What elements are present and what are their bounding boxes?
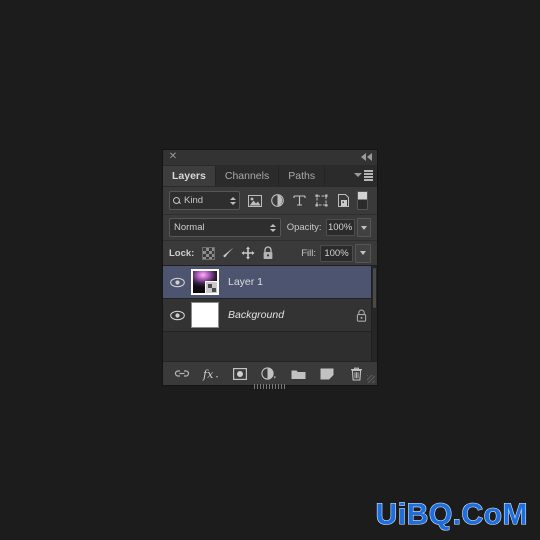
tab-layers[interactable]: Layers bbox=[163, 166, 216, 186]
layer-thumbnail[interactable] bbox=[191, 269, 219, 295]
opacity-label: Opacity: bbox=[286, 222, 322, 233]
filter-smart-object-layers-icon[interactable] bbox=[332, 191, 354, 211]
blend-mode-value: Normal bbox=[174, 222, 205, 233]
layer-list-scrollbar[interactable] bbox=[371, 266, 377, 361]
close-icon[interactable]: ✕ bbox=[168, 151, 178, 163]
layer-row-layer-1[interactable]: Layer 1 bbox=[163, 266, 377, 299]
panel-titlebar: ✕ bbox=[163, 150, 377, 166]
new-adjustment-layer-icon[interactable] bbox=[258, 363, 279, 384]
collapse-double-chevron-icon[interactable] bbox=[359, 152, 373, 162]
filter-enable-toggle-icon[interactable] bbox=[357, 191, 368, 210]
panel-menu-icon[interactable] bbox=[354, 170, 373, 181]
lock-image-pixels-icon[interactable] bbox=[218, 244, 238, 262]
smart-object-badge-icon bbox=[205, 281, 218, 294]
layer-name[interactable]: Background bbox=[228, 309, 353, 321]
layer-filter-row: Kind bbox=[163, 187, 377, 215]
delete-layer-icon[interactable] bbox=[346, 363, 367, 384]
filter-icon-group bbox=[244, 191, 368, 211]
layers-panel: ✕ Layers Channels Paths Kind Normal Opac… bbox=[163, 150, 377, 389]
layer-style-fx-icon[interactable]: fx bbox=[200, 363, 221, 384]
layer-thumbnail[interactable] bbox=[191, 302, 219, 328]
fill-dropdown-button[interactable] bbox=[355, 243, 371, 263]
up-down-stepper-icon[interactable] bbox=[230, 196, 236, 205]
blend-mode-select[interactable]: Normal bbox=[169, 218, 281, 237]
layer-visibility-eye-icon[interactable] bbox=[163, 266, 191, 298]
layer-row-background[interactable]: Background bbox=[163, 299, 377, 332]
blend-opacity-row: Normal Opacity: 100% bbox=[163, 215, 377, 241]
layer-list[interactable]: Layer 1 Background bbox=[163, 266, 377, 361]
watermark-text: UiBQ.CoM bbox=[375, 497, 528, 531]
lock-label: Lock: bbox=[169, 247, 195, 259]
lock-transparent-pixels-icon[interactable] bbox=[198, 244, 218, 262]
lock-fill-row: Lock: Fill: 100% bbox=[163, 241, 377, 266]
opacity-input[interactable]: 100% bbox=[325, 219, 355, 236]
filter-shape-layers-icon[interactable] bbox=[310, 191, 332, 211]
fill-input[interactable]: 100% bbox=[320, 244, 353, 262]
layer-locked-icon bbox=[353, 307, 369, 323]
fill-label: Fill: bbox=[301, 247, 316, 259]
filter-kind-label: Kind bbox=[184, 195, 204, 206]
layer-thumbnail-image bbox=[192, 303, 218, 327]
new-group-icon[interactable] bbox=[288, 363, 309, 384]
layer-list-scrollbar-thumb[interactable] bbox=[373, 268, 376, 308]
layer-visibility-eye-icon[interactable] bbox=[163, 299, 191, 331]
search-icon bbox=[173, 196, 181, 205]
add-layer-mask-icon[interactable] bbox=[229, 363, 250, 384]
filter-pixel-layers-icon[interactable] bbox=[244, 191, 266, 211]
tab-channels[interactable]: Channels bbox=[215, 166, 280, 186]
link-layers-icon[interactable] bbox=[171, 363, 192, 384]
filter-type-layers-icon[interactable] bbox=[288, 191, 310, 211]
new-layer-icon[interactable] bbox=[317, 363, 338, 384]
lock-position-icon[interactable] bbox=[238, 244, 258, 262]
tab-paths[interactable]: Paths bbox=[279, 166, 326, 186]
panel-drag-handle[interactable] bbox=[254, 384, 286, 389]
blend-mode-stepper-icon[interactable] bbox=[269, 223, 276, 232]
opacity-dropdown-button[interactable] bbox=[356, 218, 371, 237]
lock-all-icon[interactable] bbox=[258, 244, 278, 262]
filter-adjustment-layers-icon[interactable] bbox=[266, 191, 288, 211]
layers-panel-bottom-bar: fx bbox=[163, 361, 377, 389]
filter-kind-select[interactable]: Kind bbox=[169, 191, 240, 210]
panel-tabs: Layers Channels Paths bbox=[163, 166, 377, 187]
panel-resize-grip[interactable] bbox=[367, 375, 375, 383]
layer-name[interactable]: Layer 1 bbox=[228, 276, 369, 288]
svg-text:fx: fx bbox=[202, 368, 214, 381]
